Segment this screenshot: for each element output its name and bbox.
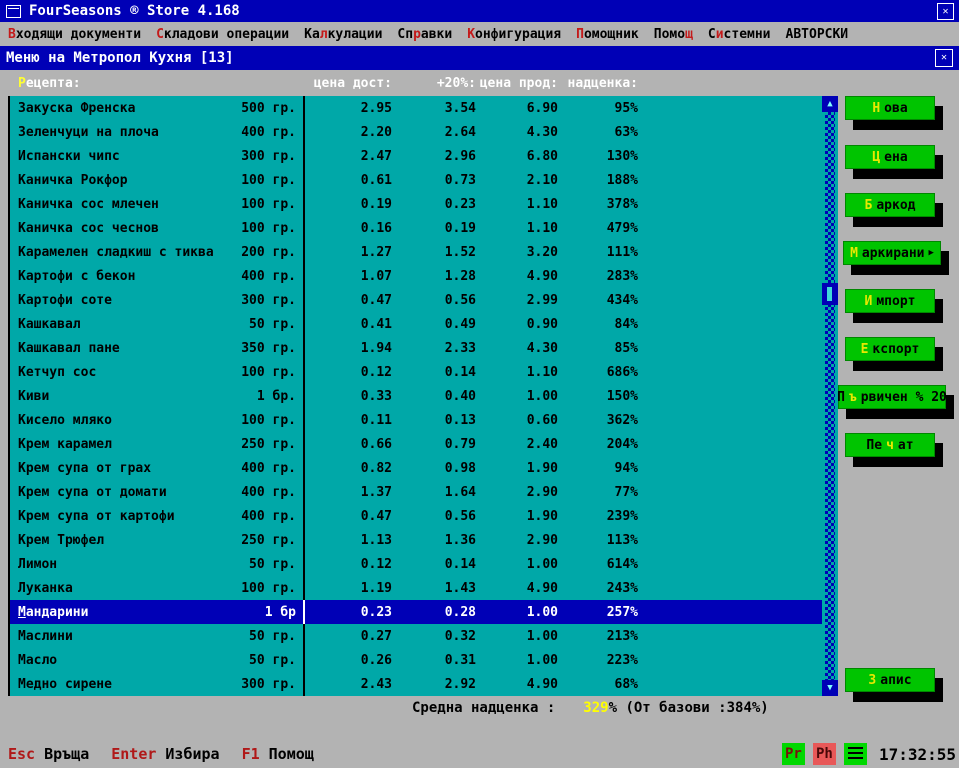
menu-item[interactable]: Помощ: [654, 27, 693, 42]
hotkey-label: Esc: [8, 745, 35, 763]
action-button-запис[interactable]: Запис: [845, 668, 935, 692]
hotkey-action: Помощ: [269, 745, 314, 763]
submenu-arrow-icon: ▶: [929, 248, 934, 258]
hotkey-action: Избира: [165, 745, 219, 763]
close-icon[interactable]: ✕: [937, 3, 954, 20]
status-line: Средна надценка : 329 % (От базови :384%…: [0, 696, 959, 720]
footer-keys: Esc Връща Enter Избира F1 Помощ: [8, 745, 327, 763]
table-row[interactable]: Испански чипс300 гр.2.472.966.80130%: [10, 144, 822, 168]
menu-item[interactable]: АВТОРСКИ: [786, 27, 849, 42]
table-row[interactable]: Картофи соте300 гр.0.470.562.99434%: [10, 288, 822, 312]
menubar: Входящи документи Складови операции Калкул…: [0, 22, 959, 46]
phone-indicator[interactable]: Ph: [813, 743, 836, 765]
column-header-sale: цена прод:: [476, 76, 558, 91]
footer-right: Pr Ph 17:32:55: [782, 743, 956, 765]
menu-item[interactable]: Системни: [708, 27, 771, 42]
scroll-track[interactable]: [825, 112, 835, 680]
action-button-печат[interactable]: Печат: [845, 433, 935, 457]
table-row[interactable]: Каничка сос млечен100 гр.0.190.231.10378…: [10, 192, 822, 216]
status-label: Средна надценка :: [412, 700, 555, 716]
action-button-първичен-20[interactable]: Първичен % 20: [838, 385, 946, 409]
printer-indicator[interactable]: Pr: [782, 743, 805, 765]
footer-bar: Esc Връща Enter Избира F1 Помощ Pr Ph 17:32:5…: [0, 740, 959, 768]
table-row[interactable]: Картофи с бекон400 гр.1.071.284.90283%: [10, 264, 822, 288]
column-header-recipe: Рецепта:: [18, 76, 230, 91]
titlebar: FourSeasons ® Store 4.168 ✕: [0, 0, 959, 22]
table-row[interactable]: Зеленчуци на плоча400 гр.2.202.644.3063%: [10, 120, 822, 144]
table-row[interactable]: Карамелен сладкиш с тиква200 гр.1.271.52…: [10, 240, 822, 264]
table-row[interactable]: Крем супа от домати400 гр.1.371.642.9077…: [10, 480, 822, 504]
scrollbar[interactable]: ▲ ▼: [822, 96, 838, 696]
menu-item[interactable]: Справки: [397, 27, 452, 42]
action-button-експорт[interactable]: Експорт: [845, 337, 935, 361]
scroll-thumb[interactable]: [822, 283, 838, 305]
table-row[interactable]: Лимон50 гр.0.120.141.00614%: [10, 552, 822, 576]
recipe-table: Закуска Френска500 гр.2.953.546.9095%Зел…: [8, 96, 838, 696]
status-value: 329: [583, 700, 608, 716]
scroll-down-icon[interactable]: ▼: [822, 680, 838, 696]
hotkey-action: Връща: [44, 745, 89, 763]
table-row[interactable]: Крем карамел250 гр.0.660.792.40204%: [10, 432, 822, 456]
action-button-баркод[interactable]: Баркод: [845, 193, 935, 217]
table-row[interactable]: Кетчуп сос100 гр.0.120.141.10686%: [10, 360, 822, 384]
scroll-up-icon[interactable]: ▲: [822, 96, 838, 112]
table-row[interactable]: Масло50 гр.0.260.311.00223%: [10, 648, 822, 672]
table-row[interactable]: Киви1 бр.0.330.401.00150%: [10, 384, 822, 408]
table-row[interactable]: Кашкавал пане350 гр.1.942.334.3085%: [10, 336, 822, 360]
menu-item[interactable]: Калкулации: [304, 27, 382, 42]
table-row[interactable]: Крем супа от картофи400 гр.0.470.561.902…: [10, 504, 822, 528]
table-row[interactable]: Каничка сос чеснов100 гр.0.160.191.10479…: [10, 216, 822, 240]
hotkey-label: Enter: [111, 745, 156, 763]
status-suffix: % (От базови :384%): [609, 700, 769, 716]
table-row[interactable]: Каничка Рокфор100 гр.0.610.732.10188%: [10, 168, 822, 192]
menu-item[interactable]: Помощник: [576, 27, 639, 42]
document-close-icon[interactable]: ✕: [935, 49, 953, 67]
list-icon[interactable]: [844, 743, 867, 765]
window-icon[interactable]: [6, 5, 21, 18]
app-title: FourSeasons ® Store 4.168: [29, 3, 240, 19]
column-header-plus20: +20%:: [392, 76, 476, 91]
table-header: Рецепта: цена дост: +20%: цена прод: над…: [0, 70, 959, 96]
column-header-cost: цена дост:: [310, 76, 392, 91]
action-button-нова[interactable]: Нова: [845, 96, 935, 120]
action-button-цена[interactable]: Цена: [845, 145, 935, 169]
action-button-маркирани[interactable]: Маркирани▶: [843, 241, 941, 265]
column-header-markup: надценка:: [558, 76, 638, 91]
document-title: Меню на Метропол Кухня [13]: [6, 50, 234, 66]
hotkey-label: F1: [242, 745, 260, 763]
table-row[interactable]: Медно сирене300 гр.2.432.924.9068%: [10, 672, 822, 696]
document-titlebar: Меню на Метропол Кухня [13] ✕: [0, 46, 959, 70]
table-row[interactable]: Крем супа от грах400 гр.0.820.981.9094%: [10, 456, 822, 480]
table-row[interactable]: Маслини50 гр.0.270.321.00213%: [10, 624, 822, 648]
table-row[interactable]: Кисело мляко100 гр.0.110.130.60362%: [10, 408, 822, 432]
action-button-импорт[interactable]: Импорт: [845, 289, 935, 313]
table-row[interactable]: Мандарини1 бр0.230.281.00257%: [10, 600, 822, 624]
table-row[interactable]: Луканка100 гр.1.191.434.90243%: [10, 576, 822, 600]
menu-item[interactable]: Конфигурация: [467, 27, 561, 42]
clock: 17:32:55: [879, 745, 956, 764]
table-row[interactable]: Кашкавал50 гр.0.410.490.9084%: [10, 312, 822, 336]
table-row[interactable]: Крем Трюфел250 гр.1.131.362.90113%: [10, 528, 822, 552]
app-window: FourSeasons ® Store 4.168 ✕ Входящи доку…: [0, 0, 959, 768]
menu-item[interactable]: Складови операции: [156, 27, 289, 42]
table-row[interactable]: Закуска Френска500 гр.2.953.546.9095%: [10, 96, 822, 120]
menu-item[interactable]: Входящи документи: [8, 27, 141, 42]
